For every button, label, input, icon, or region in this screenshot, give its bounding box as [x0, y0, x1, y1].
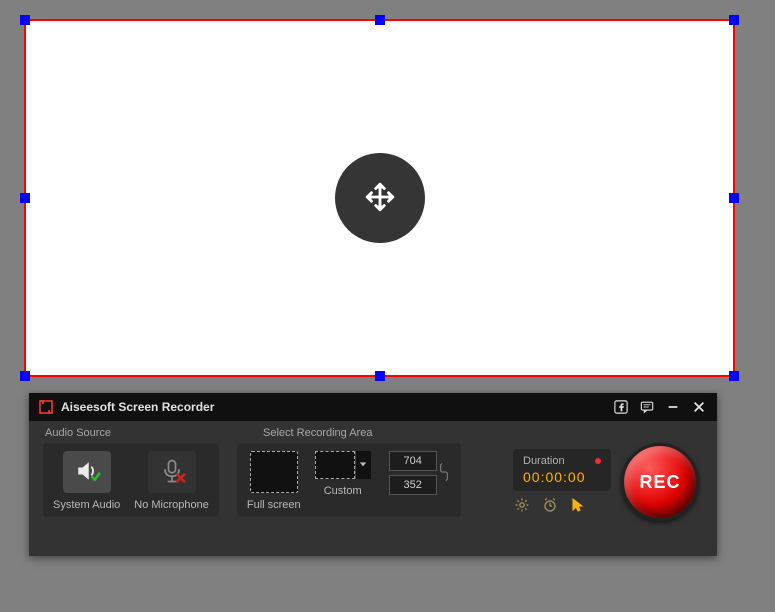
feedback-button[interactable] [635, 397, 659, 417]
width-input[interactable]: 704 [389, 451, 437, 471]
title-bar: Aiseesoft Screen Recorder [29, 393, 717, 421]
cursor-button[interactable] [569, 497, 587, 515]
resize-handle-bottom-left[interactable] [20, 371, 30, 381]
close-button[interactable] [687, 397, 711, 417]
full-screen-label: Full screen [247, 499, 301, 511]
area-label: Select Recording Area [263, 427, 372, 439]
record-label: REC [639, 472, 680, 493]
audio-source-group: System Audio No Microphone [43, 443, 219, 517]
resize-handle-bottom-middle[interactable] [375, 371, 385, 381]
resize-handle-middle-left[interactable] [20, 193, 30, 203]
move-icon [363, 180, 397, 217]
microphone-label: No Microphone [134, 499, 209, 511]
gear-icon [514, 497, 530, 516]
custom-area-dropdown[interactable] [355, 451, 371, 479]
record-button[interactable]: REC [621, 443, 699, 521]
recording-indicator-icon [595, 458, 601, 464]
system-audio-label: System Audio [53, 499, 120, 511]
recording-area-group: Full screen Custom 704 352 [237, 443, 461, 517]
app-icon [37, 398, 55, 416]
resize-handle-top-middle[interactable] [375, 15, 385, 25]
full-screen-button[interactable] [250, 451, 298, 493]
aspect-lock-button[interactable] [437, 451, 451, 495]
custom-area-button[interactable] [315, 451, 355, 479]
schedule-button[interactable] [541, 497, 559, 515]
facebook-button[interactable] [609, 397, 633, 417]
microphone-off-icon [158, 457, 186, 488]
system-audio-button[interactable] [63, 451, 111, 493]
microphone-button[interactable] [148, 451, 196, 493]
resize-handle-top-left[interactable] [20, 15, 30, 25]
settings-button[interactable] [513, 497, 531, 515]
chevron-down-icon [359, 459, 367, 471]
alarm-clock-icon [542, 497, 558, 516]
custom-label: Custom [324, 485, 362, 497]
recording-selection-area[interactable] [24, 19, 735, 377]
resize-handle-bottom-right[interactable] [729, 371, 739, 381]
recorder-panel: Aiseesoft Screen Recorder Audio Source S… [29, 393, 717, 556]
duration-box: Duration 00:00:00 [513, 449, 611, 491]
duration-label: Duration [523, 455, 565, 467]
link-icon [439, 462, 449, 485]
height-input[interactable]: 352 [389, 475, 437, 495]
resize-handle-middle-right[interactable] [729, 193, 739, 203]
speaker-icon [73, 457, 101, 488]
duration-time: 00:00:00 [523, 469, 586, 485]
audio-source-label: Audio Source [45, 427, 263, 439]
minimize-button[interactable] [661, 397, 685, 417]
resize-handle-top-right[interactable] [729, 15, 739, 25]
cursor-icon [570, 497, 586, 516]
app-title: Aiseesoft Screen Recorder [61, 400, 214, 414]
move-selection-button[interactable] [335, 153, 425, 243]
